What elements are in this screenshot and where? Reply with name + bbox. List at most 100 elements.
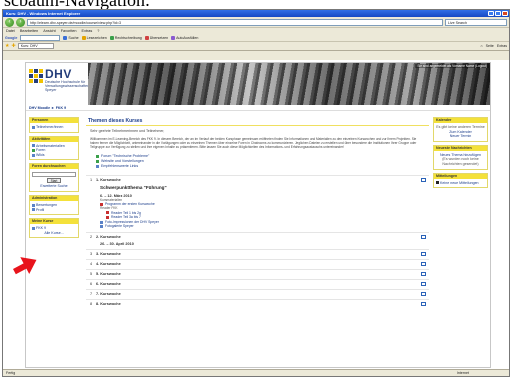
home-icon[interactable]: ⌂ bbox=[480, 43, 482, 49]
logo-subtitle: Deutsche Hochschule für Verwaltungswisse… bbox=[45, 80, 90, 93]
link-wikis[interactable]: Wikis bbox=[32, 153, 76, 158]
resource-icon bbox=[32, 144, 35, 148]
block-administration: Administration Bewertungen Profil bbox=[29, 194, 79, 216]
link-profile[interactable]: Profil bbox=[32, 208, 76, 213]
resource-icon bbox=[96, 164, 99, 168]
week-section-5: 5 5. Kurswoche bbox=[86, 268, 429, 279]
command-bar: ⌂ Seite Extras bbox=[480, 43, 507, 49]
show-only-week-icon[interactable] bbox=[421, 272, 426, 277]
forum-search-button[interactable]: Start bbox=[47, 178, 61, 184]
close-icon[interactable] bbox=[502, 11, 508, 16]
arrow-right-icon bbox=[13, 257, 37, 275]
week-section-8: 8 8. Kurswoche bbox=[86, 298, 429, 309]
toolbar-autofill[interactable]: AutoAusfüllen bbox=[171, 35, 198, 40]
toolbar-search-label: Suche bbox=[68, 35, 79, 40]
link-label: Alle Kurse... bbox=[44, 230, 64, 235]
week-title: 3. Kurswoche bbox=[96, 252, 121, 257]
autofill-icon bbox=[171, 35, 176, 40]
week-number: 5 bbox=[89, 272, 93, 277]
block-news: Neueste Nachrichten Neues Thema hinzufüg… bbox=[433, 144, 488, 170]
forum-search-input[interactable] bbox=[32, 172, 76, 178]
tab-kurs-dhv[interactable]: Kurs: DHV bbox=[17, 43, 54, 49]
week-number: 1 bbox=[89, 178, 93, 183]
toolbar-bookmarks[interactable]: Lesezeichen bbox=[81, 35, 107, 40]
show-only-week-icon[interactable] bbox=[421, 302, 426, 307]
google-logo: Google bbox=[5, 35, 18, 40]
intro-text: Willkommen im E-Learning-Bereich des FKK… bbox=[90, 137, 417, 150]
week-title: 4. Kurswoche bbox=[96, 262, 121, 267]
maximize-icon[interactable] bbox=[495, 11, 501, 16]
block-calendar: Kalender Es gibt keine anderen Termine Z… bbox=[433, 117, 488, 142]
link-label: Keine neue Mitteilungen bbox=[440, 180, 479, 185]
profile-icon bbox=[32, 208, 35, 212]
link-participants[interactable]: Teilnehmer/innen bbox=[32, 125, 76, 130]
menu-ansicht[interactable]: Ansicht bbox=[43, 28, 55, 34]
pdf-icon bbox=[106, 216, 109, 219]
wiki-icon bbox=[32, 153, 35, 157]
back-icon[interactable]: ‹ bbox=[5, 17, 14, 27]
week-section-7: 7 7. Kurswoche bbox=[86, 288, 429, 299]
menu-datei[interactable]: Datei bbox=[6, 28, 15, 34]
show-only-week-icon[interactable] bbox=[421, 262, 426, 267]
show-only-week-icon[interactable] bbox=[421, 178, 426, 183]
show-only-week-icon[interactable] bbox=[421, 292, 426, 297]
google-toolbar: Google Suche Lesezeichen Rechtschreibung… bbox=[3, 34, 509, 42]
slide-heading: scbaum-Navigation: bbox=[0, 0, 512, 9]
week-number: 6 bbox=[89, 282, 93, 287]
menu-help[interactable]: ? bbox=[97, 28, 99, 34]
login-info[interactable]: Sie sind angemeldet als Vorname Name (Lo… bbox=[415, 64, 489, 68]
menu-favoriten[interactable]: Favoriten bbox=[61, 28, 77, 34]
minimize-icon[interactable] bbox=[488, 11, 494, 16]
add-favorite-icon[interactable]: ✚ bbox=[11, 43, 15, 49]
advanced-search-link[interactable]: Erweiterte Suche bbox=[32, 184, 76, 189]
address-bar[interactable]: http://elearn.dhv-speyer.de/moodle/cours… bbox=[27, 18, 443, 26]
link-all-courses[interactable]: Alle Kurse... bbox=[32, 231, 76, 236]
week-section-6: 6 6. Kurswoche bbox=[86, 278, 429, 289]
grades-icon bbox=[32, 203, 35, 207]
week-title: 2. Kurswoche bbox=[96, 235, 121, 240]
toolbar-translate-label: Übersetzen bbox=[149, 35, 169, 40]
image-icon bbox=[100, 220, 103, 224]
toolbar-translate[interactable]: Übersetzen bbox=[144, 35, 169, 40]
window-controls bbox=[488, 11, 508, 16]
block-my-courses: Meine Kurse FKK 9 Alle Kurse... bbox=[29, 218, 79, 239]
check-icon bbox=[109, 35, 114, 40]
left-column: Personen Teilnehmer/innen Aktivitäten Ar… bbox=[29, 117, 79, 241]
week-number: 8 bbox=[89, 302, 93, 307]
week-section-3: 3 3. Kurswoche bbox=[86, 248, 429, 259]
cmd-seite[interactable]: Seite bbox=[486, 43, 494, 49]
link-photo-gallery[interactable]: Fotogalerie Speyer bbox=[100, 224, 429, 229]
show-only-week-icon[interactable] bbox=[421, 235, 426, 240]
banner-photo: Sie sind angemeldet als Vorname Name (Lo… bbox=[88, 63, 490, 105]
forward-icon[interactable]: › bbox=[16, 17, 25, 27]
menu-extras[interactable]: Extras bbox=[82, 28, 93, 34]
dhv-logo[interactable]: DHV Deutsche Hochschule für Verwaltungsw… bbox=[26, 63, 89, 111]
search-icon bbox=[63, 35, 68, 40]
tab-bar: ★ ✚ Kurs: DHV ⌂ Seite Extras bbox=[3, 42, 509, 51]
cmd-extras[interactable]: Extras bbox=[497, 43, 507, 49]
page-title: Themen dieses Kurses bbox=[86, 117, 429, 126]
pdf-icon bbox=[106, 211, 109, 215]
site-banner: DHV Deutsche Hochschule für Verwaltungsw… bbox=[26, 63, 490, 113]
live-search-input[interactable]: Live Search bbox=[445, 18, 507, 26]
block-aktivitaeten: Aktivitäten Arbeitsmaterialien Foren Wik… bbox=[29, 135, 79, 161]
course-news-links: Forum "Technische Probleme" Website und … bbox=[96, 154, 429, 169]
forum-icon bbox=[32, 148, 35, 152]
breadcrumb[interactable]: DHV Moodle ► FKK 9 bbox=[26, 105, 490, 111]
status-bar: Fertig Internet bbox=[3, 369, 509, 376]
toolbar-spellcheck[interactable]: Rechtschreibung bbox=[109, 35, 142, 40]
toolbar-search[interactable]: Suche bbox=[63, 35, 79, 40]
forum-icon bbox=[96, 154, 99, 158]
image-icon bbox=[100, 225, 103, 229]
show-only-week-icon[interactable] bbox=[421, 252, 426, 257]
messages-status[interactable]: Keine neue Mitteilungen bbox=[436, 181, 485, 186]
google-search-input[interactable] bbox=[20, 34, 61, 41]
show-only-week-icon[interactable] bbox=[421, 282, 426, 287]
menu-bearbeiten[interactable]: Bearbeiten bbox=[20, 28, 38, 34]
favorites-star-icon[interactable]: ★ bbox=[5, 43, 9, 49]
link-recommended[interactable]: Empfehlenswerte Links bbox=[96, 164, 429, 169]
link-new-event[interactable]: Neuer Termin bbox=[436, 134, 485, 139]
right-column: Kalender Es gibt keine anderen Termine Z… bbox=[433, 117, 488, 191]
window-titlebar: Kurs: DHV - Windows Internet Explorer bbox=[3, 10, 509, 17]
week-title: 5. Kurswoche bbox=[96, 272, 121, 277]
